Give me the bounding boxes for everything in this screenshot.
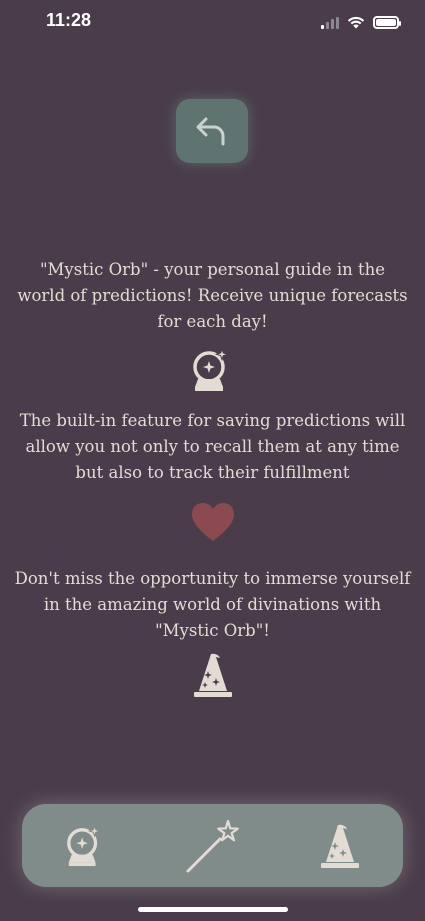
save-feature-text: The built-in feature for saving predicti… (19, 411, 406, 482)
heart-icon (190, 499, 236, 545)
wizard-hat-icon (321, 824, 359, 868)
back-button[interactable] (176, 99, 248, 163)
status-time: 11:28 (46, 10, 92, 30)
crystal-ball-icon (188, 346, 236, 394)
battery-icon (373, 16, 401, 29)
crystal-ball-icon (67, 824, 102, 867)
back-arrow-icon (196, 117, 225, 146)
tab-crystal-ball[interactable] (55, 816, 115, 876)
tab-wizard-hat[interactable] (310, 816, 370, 876)
cellular-signal-icon (321, 16, 339, 29)
tab-magic-wand[interactable] (183, 816, 243, 876)
cta-text: Don't miss the opportunity to immerse yo… (14, 569, 411, 640)
tab-bar (22, 804, 403, 887)
status-bar: 11:28 (0, 0, 425, 44)
wifi-icon (347, 16, 365, 29)
magic-wand-icon (186, 819, 239, 873)
wizard-hat-icon (190, 650, 236, 700)
home-indicator[interactable] (138, 907, 288, 912)
status-icons (321, 16, 401, 29)
intro-text: "Mystic Orb" - your personal guide in th… (17, 260, 408, 331)
